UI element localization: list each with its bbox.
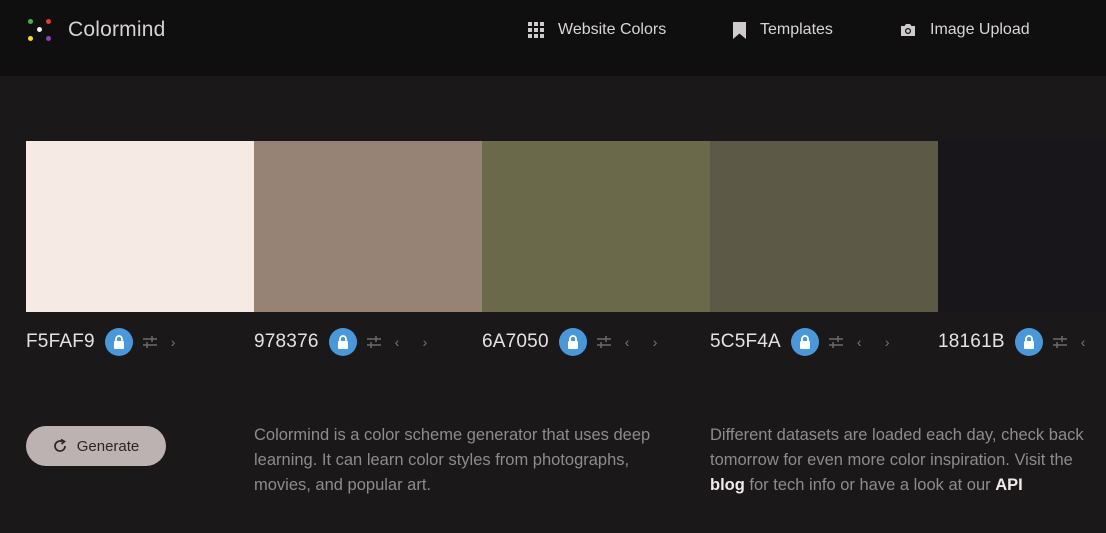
adjust-sliders-icon[interactable] — [596, 335, 611, 349]
color-swatch-5[interactable] — [938, 141, 1106, 312]
hex-value[interactable]: 18161B — [938, 331, 1005, 353]
lock-icon — [799, 335, 810, 349]
color-swatch-1[interactable] — [26, 141, 254, 312]
lock-icon — [567, 335, 578, 349]
brand-name: Colormind — [68, 18, 166, 41]
swatch-info-5: 18161B ‹ — [938, 326, 1106, 358]
lock-button[interactable] — [790, 328, 819, 356]
color-swatch-3[interactable] — [482, 141, 710, 312]
lock-icon — [337, 335, 348, 349]
lock-button[interactable] — [104, 328, 133, 356]
color-swatch-4[interactable] — [710, 141, 938, 312]
swatch-controls-row: F5FAF9 › 978376 ‹ › 6A7050 ‹ › 5C5F4A ‹ … — [0, 326, 1106, 358]
lock-icon — [113, 335, 124, 349]
move-right-chevron-icon[interactable]: › — [885, 335, 895, 349]
adjust-sliders-icon[interactable] — [1052, 335, 1067, 349]
swatch-info-3: 6A7050 ‹ › — [482, 326, 681, 358]
move-left-chevron-icon[interactable]: ‹ — [395, 335, 405, 349]
color-swatch-2[interactable] — [254, 141, 482, 312]
swatch-info-1: F5FAF9 › — [26, 326, 199, 358]
swatch-info-2: 978376 ‹ › — [254, 326, 451, 358]
move-right-chevron-icon[interactable]: › — [171, 335, 181, 349]
hex-value[interactable]: 5C5F4A — [710, 331, 781, 353]
adjust-sliders-icon[interactable] — [366, 335, 381, 349]
swatch-info-4: 5C5F4A ‹ › — [710, 326, 913, 358]
bookmark-icon — [733, 21, 746, 39]
move-right-chevron-icon[interactable]: › — [423, 335, 433, 349]
intro-description: Colormind is a color scheme generator th… — [254, 426, 651, 494]
nav-website-colors[interactable]: Website Colors — [528, 18, 666, 42]
top-navigation-bar: Colormind Website Colors Templates Image… — [0, 0, 1106, 76]
color-palette — [26, 141, 1106, 312]
nav-image-upload-label: Image Upload — [930, 21, 1030, 38]
adjust-sliders-icon[interactable] — [828, 335, 843, 349]
lock-button[interactable] — [328, 328, 357, 356]
move-left-chevron-icon[interactable]: ‹ — [625, 335, 635, 349]
nav-image-upload[interactable]: Image Upload — [900, 18, 1030, 42]
api-link[interactable]: API — [995, 476, 1023, 494]
hex-value[interactable]: 6A7050 — [482, 331, 549, 353]
nav-templates-label: Templates — [760, 21, 833, 38]
generate-label: Generate — [76, 437, 140, 455]
lock-button[interactable] — [558, 328, 587, 356]
hex-value[interactable]: 978376 — [254, 331, 319, 353]
lock-icon — [1023, 335, 1034, 349]
colormind-logo[interactable]: Colormind — [26, 14, 166, 46]
refresh-icon — [53, 439, 66, 452]
camera-icon — [901, 24, 915, 36]
grid-icon — [528, 22, 544, 38]
move-left-chevron-icon[interactable]: ‹ — [1081, 335, 1091, 349]
generate-button[interactable]: Generate — [26, 426, 166, 466]
lock-button[interactable] — [1014, 328, 1043, 356]
move-right-chevron-icon[interactable]: › — [653, 335, 663, 349]
dataset-info-text-2: for tech info or have a look at our — [749, 476, 991, 494]
hex-value[interactable]: F5FAF9 — [26, 331, 95, 353]
logo-dots-icon — [26, 16, 54, 44]
nav-templates[interactable]: Templates — [733, 18, 833, 42]
move-left-chevron-icon[interactable]: ‹ — [857, 335, 867, 349]
dataset-info-text: Different datasets are loaded each day, … — [710, 426, 1084, 469]
nav-website-colors-label: Website Colors — [558, 21, 667, 38]
adjust-sliders-icon[interactable] — [142, 335, 157, 349]
dataset-info: Different datasets are loaded each day, … — [710, 423, 1098, 498]
blog-link[interactable]: blog — [710, 476, 745, 494]
